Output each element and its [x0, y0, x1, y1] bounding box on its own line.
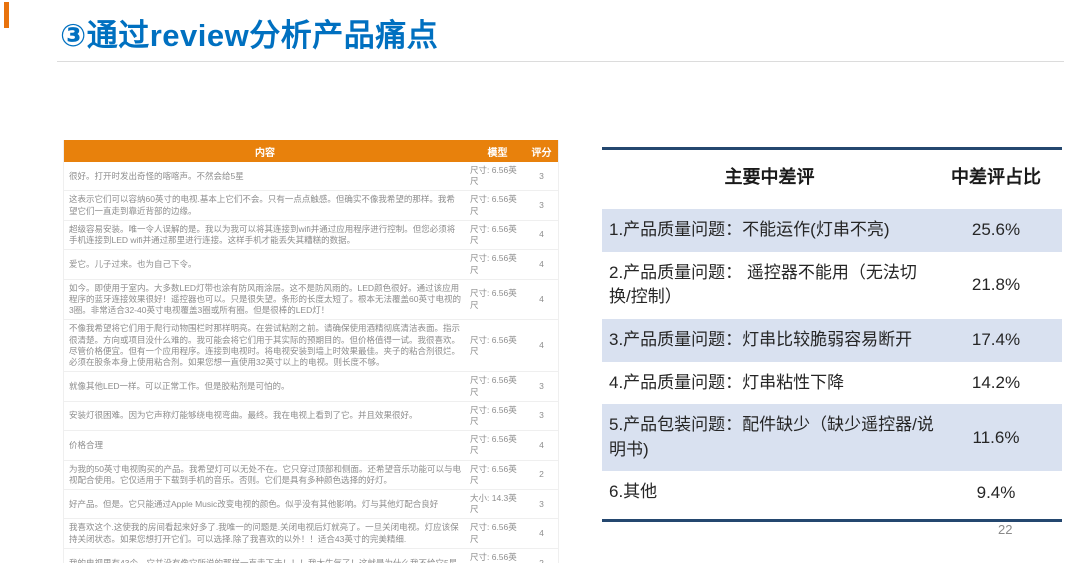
review-content: 这表示它们可以容纳60英寸的电视.基本上它们不会。只有一点点触感。但确实不像我希… — [69, 194, 455, 216]
review-rating: 4 — [539, 293, 544, 304]
review-rating: 3 — [539, 170, 544, 181]
summary-table-header: 主要中差评 中差评占比 — [602, 150, 1062, 197]
summary-issue: 3.产品质量问题：灯串比较脆弱容易断开 — [609, 329, 913, 349]
review-header-rating: 评分 — [531, 147, 552, 159]
summary-issue: 4.产品质量问题：灯串粘性下降 — [609, 372, 845, 392]
review-row: 很好。打开时发出奇怪的喀喀声。不然会给5星 尺寸: 6.56英尺 3 — [64, 162, 558, 192]
summary-issue: 5.产品包装问题：配件缺少（缺少遥控器/说明书) — [609, 415, 934, 459]
review-rating: 4 — [539, 340, 544, 351]
summary-share: 14.2% — [971, 372, 1021, 392]
summary-issue: 6.其他 — [609, 482, 658, 502]
summary-row: 1.产品质量问题：不能运作(灯串不亮) 25.6% — [602, 209, 1062, 252]
review-rating: 4 — [539, 258, 544, 269]
review-model: 尺寸: 6.56英尺 — [470, 404, 517, 426]
corner-accent-bar — [4, 2, 9, 28]
summary-share: 9.4% — [976, 482, 1016, 502]
review-row: 安装灯很困难。因为它声称灯能够绕电视弯曲。最终。我在电视上看到了它。并且效果很好… — [64, 401, 558, 432]
review-header-model: 模型 — [487, 147, 508, 159]
review-rating: 2 — [539, 557, 544, 563]
review-row: 就像其他LED一样。可以正常工作。但是胶粘剂是可怕的。 尺寸: 6.56英尺 3 — [64, 372, 558, 402]
review-rating: 3 — [539, 200, 544, 211]
summary-row: 3.产品质量问题：灯串比较脆弱容易断开 17.4% — [602, 318, 1062, 362]
review-model: 尺寸: 6.56英尺 — [470, 522, 517, 544]
review-model: 尺寸: 6.56英尺 — [470, 288, 517, 310]
summary-row: 2.产品质量问题： 遥控器不能用（无法切换/控制） 21.8% — [602, 252, 1062, 319]
review-content: 如今。即使用于室内。大多数LED灯带也涂有防风雨涂层。这不是防风雨的。LED颜色… — [69, 282, 461, 316]
slide: ③通过review分析产品痛点 内容 模型 评分 很好。打开时发出奇怪的喀喀声。… — [0, 0, 1080, 563]
summary-header-share: 中差评占比 — [951, 167, 1041, 187]
review-model: 尺寸: 6.56英尺 — [470, 551, 517, 562]
summary-issue: 2.产品质量问题： 遥控器不能用（无法切换/控制） — [609, 262, 917, 307]
summary-row: 6.其他 9.4% — [602, 471, 1062, 514]
summary-share: 11.6% — [972, 427, 1020, 447]
review-header-content: 内容 — [255, 147, 275, 159]
review-model: 尺寸: 6.56英尺 — [470, 223, 517, 246]
summary-table: 主要中差评 中差评占比 1.产品质量问题：不能运作(灯串不亮) 25.6% 2.… — [602, 147, 1062, 523]
summary-share: 17.4% — [971, 330, 1021, 350]
review-model: 尺寸: 6.56英尺 — [470, 375, 517, 397]
review-rating: 4 — [539, 439, 544, 450]
page-title: ③通过review分析产品痛点 — [60, 18, 439, 53]
review-rating: 4 — [539, 528, 544, 539]
summary-header-issue: 主要中差评 — [724, 167, 815, 187]
summary-issue: 1.产品质量问题：不能运作(灯串不亮) — [609, 220, 890, 239]
review-rating: 4 — [539, 229, 544, 240]
review-content: 不像我希望将它们用于爬行动物围栏时那样明亮。在尝试粘附之前。请确保使用酒精彻底清… — [69, 323, 461, 368]
review-content: 很好。打开时发出奇怪的喀喀声。不然会给5星 — [69, 170, 244, 181]
review-model: 尺寸: 6.56英尺 — [470, 334, 517, 356]
review-row: 我喜欢这个.这使我的房间看起来好多了.我唯一的问题是.关闭电视后灯就亮了。一旦关… — [64, 519, 558, 549]
review-content: 就像其他LED一样。可以正常工作。但是胶粘剂是可怕的。 — [69, 380, 290, 391]
review-model: 尺寸: 6.56英尺 — [470, 165, 517, 187]
summary-share: 25.6% — [971, 220, 1021, 240]
review-content: 价格合理 — [69, 439, 104, 450]
review-content: 我喜欢这个.这使我的房间看起来好多了.我唯一的问题是.关闭电视后灯就亮了。一旦关… — [69, 522, 459, 544]
review-model: 大小: 14.3英尺 — [470, 493, 517, 515]
page-number: 22 — [998, 522, 1013, 537]
title-divider — [57, 61, 1064, 62]
review-table: 内容 模型 评分 很好。打开时发出奇怪的喀喀声。不然会给5星 尺寸: 6.56英… — [63, 140, 559, 563]
review-row: 不像我希望将它们用于爬行动物围栏时那样明亮。在尝试粘附之前。请确保使用酒精彻底清… — [64, 320, 558, 373]
review-model: 尺寸: 6.56英尺 — [470, 253, 517, 275]
review-table-header: 内容 模型 评分 — [64, 140, 558, 162]
review-model: 尺寸: 6.56英尺 — [470, 463, 517, 485]
summary-share: 21.8% — [971, 275, 1021, 295]
review-content: 安装灯很困难。因为它声称灯能够绕电视弯曲。最终。我在电视上看到了它。并且效果很好… — [69, 410, 418, 421]
review-content: 爱它。儿子过来。也为自己下令。 — [69, 258, 197, 269]
review-row: 为我的50英寸电视购买的产品。我希望灯可以无处不在。它只穿过顶部和侧面。还希望音… — [64, 460, 558, 491]
summary-row: 5.产品包装问题：配件缺少（缺少遥控器/说明书) 11.6% — [602, 404, 1062, 472]
review-rating: 3 — [539, 410, 544, 421]
review-model: 尺寸: 6.56英尺 — [470, 194, 517, 216]
review-row: 这表示它们可以容纳60英寸的电视.基本上它们不会。只有一点点触感。但确实不像我希… — [64, 191, 558, 221]
review-content: 超级容易安装。唯一令人误解的是。我以为我可以将其连接到wifi并通过应用程序进行… — [69, 223, 456, 246]
review-row: 我的电视里有43个。它并没有像它所说的那样一直走下去！！！我太生气了！这就是为什… — [64, 548, 558, 563]
review-content: 为我的50英寸电视购买的产品。我希望灯可以无处不在。它只穿过顶部和侧面。还希望音… — [69, 463, 461, 485]
summary-row: 4.产品质量问题：灯串粘性下降 14.2% — [602, 362, 1062, 405]
review-row: 超级容易安装。唯一令人误解的是。我以为我可以将其连接到wifi并通过应用程序进行… — [64, 220, 558, 251]
review-row: 价格合理 尺寸: 6.56英尺 4 — [64, 431, 558, 461]
review-rating: 3 — [539, 380, 544, 391]
review-content: 好产品。但是。它只能通过Apple Music改变电视的颜色。似乎没有其他影响。… — [69, 498, 439, 509]
review-rating: 3 — [539, 498, 544, 509]
review-rating: 2 — [539, 469, 544, 480]
review-row: 好产品。但是。它只能通过Apple Music改变电视的颜色。似乎没有其他影响。… — [64, 490, 558, 520]
review-content: 我的电视里有43个。它并没有像它所说的那样一直走下去！！！我太生气了！这就是为什… — [69, 557, 458, 563]
review-row: 如今。即使用于室内。大多数LED灯带也涂有防风雨涂层。这不是防风雨的。LED颜色… — [64, 279, 558, 321]
review-model: 尺寸: 6.56英尺 — [470, 434, 517, 456]
review-row: 爱它。儿子过来。也为自己下令。 尺寸: 6.56英尺 4 — [64, 250, 558, 280]
